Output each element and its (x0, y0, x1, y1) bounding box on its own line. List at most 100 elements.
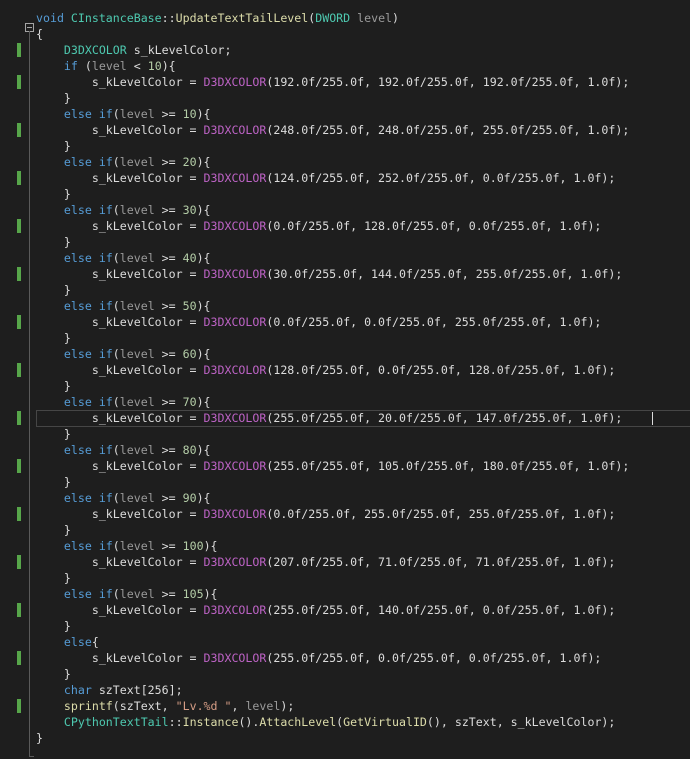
code-token: 10 (147, 59, 162, 73)
code-editor[interactable]: void CInstanceBase::UpdateTextTailLevel(… (0, 10, 690, 759)
code-token: >= (154, 299, 183, 313)
code-line[interactable]: } (0, 234, 690, 250)
code-line[interactable]: else if(level >= 50){ (0, 298, 690, 314)
code-token: else if (63, 203, 113, 217)
code-line[interactable]: } (0, 426, 690, 442)
code-line[interactable]: void CInstanceBase::UpdateTextTailLevel(… (0, 10, 690, 26)
code-text: } (36, 378, 71, 394)
code-line[interactable]: s_kLevelColor = D3DXCOLOR(0.0f/255.0f, 1… (0, 218, 690, 234)
code-token: (0.0f/255.0f, 0.0f/255.0f, 255.0f/255.0f… (266, 315, 602, 329)
code-token: >= (154, 395, 183, 409)
code-text: } (36, 138, 71, 154)
code-token: :: (168, 715, 183, 729)
code-text: s_kLevelColor = D3DXCOLOR(255.0f/255.0f,… (36, 602, 616, 618)
code-line[interactable]: s_kLevelColor = D3DXCOLOR(30.0f/255.0f, … (0, 266, 690, 282)
code-token: (255.0f/255.0f, 0.0f/255.0f, 0.0f/255.0f… (266, 651, 602, 665)
code-line[interactable]: } (0, 90, 690, 106)
code-line[interactable]: if (level < 10){ (0, 58, 690, 74)
code-line[interactable]: { (0, 26, 690, 42)
code-line[interactable]: else if(level >= 40){ (0, 250, 690, 266)
code-token: ( (112, 155, 120, 169)
code-line[interactable]: } (0, 522, 690, 538)
code-token: ){ (196, 443, 211, 457)
code-line[interactable]: } (0, 330, 690, 346)
outline-guide-end (29, 756, 34, 757)
code-line[interactable]: s_kLevelColor = D3DXCOLOR(255.0f/255.0f,… (0, 458, 690, 474)
change-indicator (17, 315, 21, 329)
code-line[interactable]: else{ (0, 634, 690, 650)
code-line[interactable]: else if(level >= 30){ (0, 202, 690, 218)
code-token: >= (154, 539, 183, 553)
code-token: else if (63, 587, 113, 601)
code-line[interactable]: else if(level >= 20){ (0, 154, 690, 170)
code-line[interactable]: } (0, 730, 690, 746)
code-line[interactable]: char szText[256]; (0, 682, 690, 698)
code-token: else (63, 635, 92, 649)
code-text: { (36, 26, 43, 42)
code-token: (szText, (112, 699, 176, 713)
code-token: ( (112, 587, 120, 601)
code-token: (207.0f/255.0f, 71.0f/255.0f, 71.0f/255.… (266, 555, 616, 569)
code-line[interactable]: } (0, 138, 690, 154)
code-token: s_kLevelColor = (36, 363, 204, 377)
code-token: D3DXCOLOR (203, 363, 267, 377)
code-line[interactable]: } (0, 666, 690, 682)
code-line[interactable]: D3DXCOLOR s_kLevelColor; (0, 42, 690, 58)
code-line[interactable]: } (0, 618, 690, 634)
code-line[interactable]: else if(level >= 70){ (0, 394, 690, 410)
code-line[interactable]: s_kLevelColor = D3DXCOLOR(192.0f/255.0f,… (0, 74, 690, 90)
code-token: else if (63, 107, 113, 121)
code-line[interactable]: else if(level >= 90){ (0, 490, 690, 506)
code-text: else if(level >= 20){ (36, 154, 211, 170)
change-indicator (17, 459, 21, 473)
code-line[interactable]: else if(level >= 100){ (0, 538, 690, 554)
code-line[interactable]: } (0, 282, 690, 298)
code-token: ){ (196, 491, 211, 505)
code-line[interactable]: else if(level >= 80){ (0, 442, 690, 458)
code-token: s_kLevelColor; (126, 43, 232, 57)
code-line-current[interactable]: s_kLevelColor = D3DXCOLOR(255.0f/255.0f,… (0, 410, 690, 427)
code-text: } (36, 522, 71, 538)
code-token: } (36, 619, 71, 633)
code-token: } (36, 379, 71, 393)
code-line[interactable]: } (0, 570, 690, 586)
code-line[interactable]: s_kLevelColor = D3DXCOLOR(255.0f/255.0f,… (0, 602, 690, 618)
code-token: D3DXCOLOR (203, 507, 267, 521)
code-line[interactable]: s_kLevelColor = D3DXCOLOR(124.0f/255.0f,… (0, 170, 690, 186)
code-token: ){ (203, 539, 218, 553)
code-line[interactable]: else if(level >= 60){ (0, 346, 690, 362)
code-token: s_kLevelColor = (36, 267, 204, 281)
code-token: ( (112, 491, 120, 505)
code-token: D3DXCOLOR (203, 123, 267, 137)
code-line[interactable]: s_kLevelColor = D3DXCOLOR(248.0f/255.0f,… (0, 122, 690, 138)
code-line[interactable]: } (0, 186, 690, 202)
code-token: (124.0f/255.0f, 252.0f/255.0f, 0.0f/255.… (266, 171, 616, 185)
code-line[interactable]: s_kLevelColor = D3DXCOLOR(207.0f/255.0f,… (0, 554, 690, 570)
code-line[interactable]: sprintf(szText, "Lv.%d ", level); (0, 698, 690, 714)
code-text: D3DXCOLOR s_kLevelColor; (36, 42, 232, 58)
code-token: >= (154, 587, 183, 601)
code-line[interactable]: } (0, 378, 690, 394)
change-indicator (17, 699, 21, 713)
code-token: 90 (182, 491, 197, 505)
code-token: :: (161, 11, 176, 25)
code-line[interactable]: s_kLevelColor = D3DXCOLOR(0.0f/255.0f, 0… (0, 314, 690, 330)
code-line[interactable]: else if(level >= 10){ (0, 106, 690, 122)
code-line[interactable]: } (0, 474, 690, 490)
code-token: level (119, 347, 155, 361)
code-line[interactable]: s_kLevelColor = D3DXCOLOR(0.0f/255.0f, 2… (0, 506, 690, 522)
code-token: level (119, 587, 155, 601)
code-line[interactable]: s_kLevelColor = D3DXCOLOR(255.0f/255.0f,… (0, 650, 690, 666)
code-token: s_kLevelColor = (36, 219, 204, 233)
code-line[interactable]: s_kLevelColor = D3DXCOLOR(128.0f/255.0f,… (0, 362, 690, 378)
code-line[interactable]: CPythonTextTail::Instance().AttachLevel (… (0, 714, 690, 730)
code-line[interactable]: else if(level >= 105){ (0, 586, 690, 602)
code-text: s_kLevelColor = D3DXCOLOR(248.0f/255.0f,… (36, 122, 630, 138)
code-token: ( (112, 347, 120, 361)
code-text: s_kLevelColor = D3DXCOLOR(0.0f/255.0f, 1… (36, 218, 602, 234)
code-token: s_kLevelColor = (36, 459, 204, 473)
